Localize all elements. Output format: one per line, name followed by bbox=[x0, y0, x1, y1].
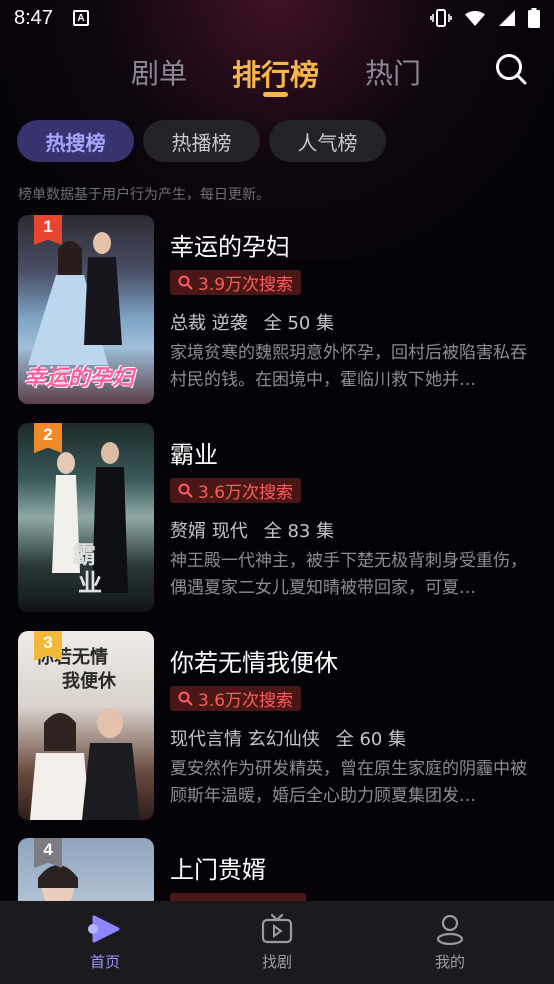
search-count-text: 3.6万次搜索 bbox=[198, 691, 294, 711]
list-item[interactable]: 你若无情 我便休 3 你若无情我便休 3.6万次搜索 现代言情 玄幻仙侠 全 6… bbox=[18, 631, 538, 821]
status-time: 8:47 bbox=[14, 6, 53, 29]
item-meta: 总裁 逆袭 全 50 集 bbox=[170, 309, 334, 335]
notification-icon: A bbox=[72, 10, 89, 26]
item-title[interactable]: 上门贵婿 bbox=[170, 850, 266, 885]
search-icon[interactable] bbox=[494, 52, 528, 86]
item-title[interactable]: 幸运的孕妇 bbox=[170, 227, 290, 262]
poster-image[interactable]: 霸 业 2 bbox=[18, 423, 154, 612]
search-count-badge: 3.6万次搜索 bbox=[170, 478, 302, 503]
nav-home[interactable]: 首页 bbox=[65, 913, 145, 972]
search-icon bbox=[178, 691, 193, 706]
item-episodes: 全 50 集 bbox=[263, 313, 335, 334]
chip-popularity[interactable]: 人气榜 bbox=[269, 120, 386, 162]
status-bar: 8:47 A bbox=[0, 0, 554, 36]
item-title[interactable]: 你若无情我便休 bbox=[170, 643, 338, 678]
poster-title: 幸运的孕妇 bbox=[24, 366, 135, 391]
tab-playlist[interactable]: 剧单 bbox=[131, 52, 187, 92]
tab-ranking[interactable]: 排行榜 bbox=[232, 52, 319, 94]
search-count-badge: 3.9万次搜索 bbox=[170, 270, 302, 295]
item-title[interactable]: 霸业 bbox=[170, 435, 218, 470]
nav-me[interactable]: 我的 bbox=[410, 913, 490, 972]
poster-illustration: 你若无情 我便休 bbox=[30, 646, 140, 820]
bottom-navigation: 首页 找剧 我的 bbox=[0, 901, 554, 984]
poster-image[interactable]: 1 幸运的孕妇 bbox=[18, 215, 154, 404]
poster-illustration: 霸 业 bbox=[52, 442, 128, 597]
item-description: 夏安然作为研发精英，曾在原生家庭的阴霾中被顾斯年温暖，婚后全心助力顾夏集团发… bbox=[170, 759, 527, 806]
battery-icon bbox=[528, 8, 540, 28]
item-tags: 总裁 逆袭 bbox=[170, 313, 248, 334]
item-tags: 现代言情 玄幻仙侠 bbox=[170, 729, 320, 750]
item-description: 家境贫寒的魏熙玥意外怀孕，回村后被陷害私吞村民的钱。在困境中，霍临川救下她并… bbox=[170, 343, 527, 390]
top-tabs: 剧单 排行榜 热门 bbox=[0, 40, 554, 100]
signal-icon bbox=[499, 10, 515, 26]
search-count-badge: 3.6万次搜索 bbox=[170, 686, 302, 711]
search-icon bbox=[178, 275, 193, 290]
list-item[interactable]: 霸 业 2 霸业 3.6万次搜索 赘婿 现代 全 83 集 神王殿一代神主，被手… bbox=[18, 423, 538, 613]
nav-home-label: 首页 bbox=[89, 953, 120, 971]
user-icon bbox=[436, 914, 464, 945]
item-tags: 赘婿 现代 bbox=[170, 521, 248, 542]
status-indicators bbox=[430, 8, 540, 28]
svg-text:霸: 霸 bbox=[72, 541, 96, 569]
item-meta: 赘婿 现代 全 83 集 bbox=[170, 517, 334, 543]
poster-image[interactable]: 你若无情 我便休 3 bbox=[18, 631, 154, 820]
tv-icon bbox=[261, 913, 293, 944]
list-item[interactable]: 1 幸运的孕妇 幸运的孕妇 3.9万次搜索 总裁 逆袭 全 50 集 家境贫寒的… bbox=[18, 215, 538, 405]
search-icon bbox=[178, 483, 193, 498]
item-episodes: 全 83 集 bbox=[263, 521, 335, 542]
chip-hot-search[interactable]: 热搜榜 bbox=[17, 120, 134, 162]
nav-find-label: 找剧 bbox=[261, 953, 292, 971]
nav-find[interactable]: 找剧 bbox=[237, 913, 317, 972]
ranking-notice: 榜单数据基于用户行为产生，每日更新。 bbox=[18, 187, 270, 203]
search-count-text: 3.6万次搜索 bbox=[198, 483, 294, 503]
item-meta: 现代言情 玄幻仙侠 全 60 集 bbox=[170, 725, 406, 751]
wifi-icon bbox=[465, 10, 485, 26]
item-episodes: 全 60 集 bbox=[335, 729, 407, 750]
vibrate-icon bbox=[430, 9, 452, 27]
ranking-filter-chips: 热搜榜 热播榜 人气榜 bbox=[17, 120, 386, 162]
item-description: 神王殿一代神主，被手下楚无极背刺身受重伤，偶遇夏家二女儿夏知晴被带回家，可夏… bbox=[170, 551, 527, 598]
play-home-icon bbox=[88, 915, 120, 943]
tab-popular[interactable]: 热门 bbox=[365, 52, 421, 92]
svg-text:我便休: 我便休 bbox=[62, 670, 117, 692]
svg-text:业: 业 bbox=[78, 569, 102, 597]
tab-indicator bbox=[263, 92, 288, 97]
search-count-text: 3.9万次搜索 bbox=[198, 275, 294, 295]
chip-hot-play[interactable]: 热播榜 bbox=[143, 120, 260, 162]
nav-me-label: 我的 bbox=[434, 953, 465, 971]
